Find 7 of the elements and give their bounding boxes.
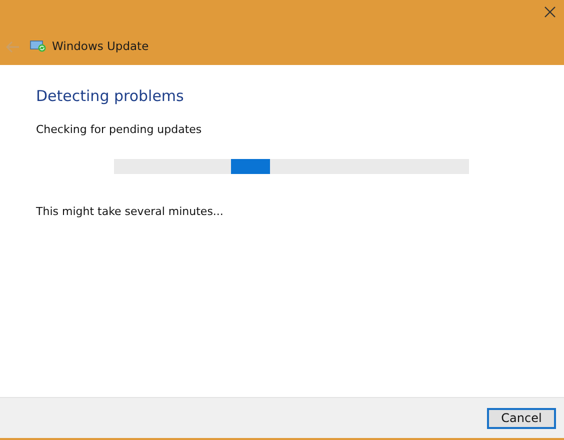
status-text: Checking for pending updates xyxy=(36,123,203,136)
cancel-button[interactable]: Cancel xyxy=(487,408,556,428)
window-title: Windows Update xyxy=(52,39,149,53)
note-text: This might take several minutes... xyxy=(36,205,224,218)
monitor-update-icon xyxy=(30,40,46,52)
close-icon[interactable] xyxy=(544,6,556,18)
page-heading: Detecting problems xyxy=(36,87,185,105)
